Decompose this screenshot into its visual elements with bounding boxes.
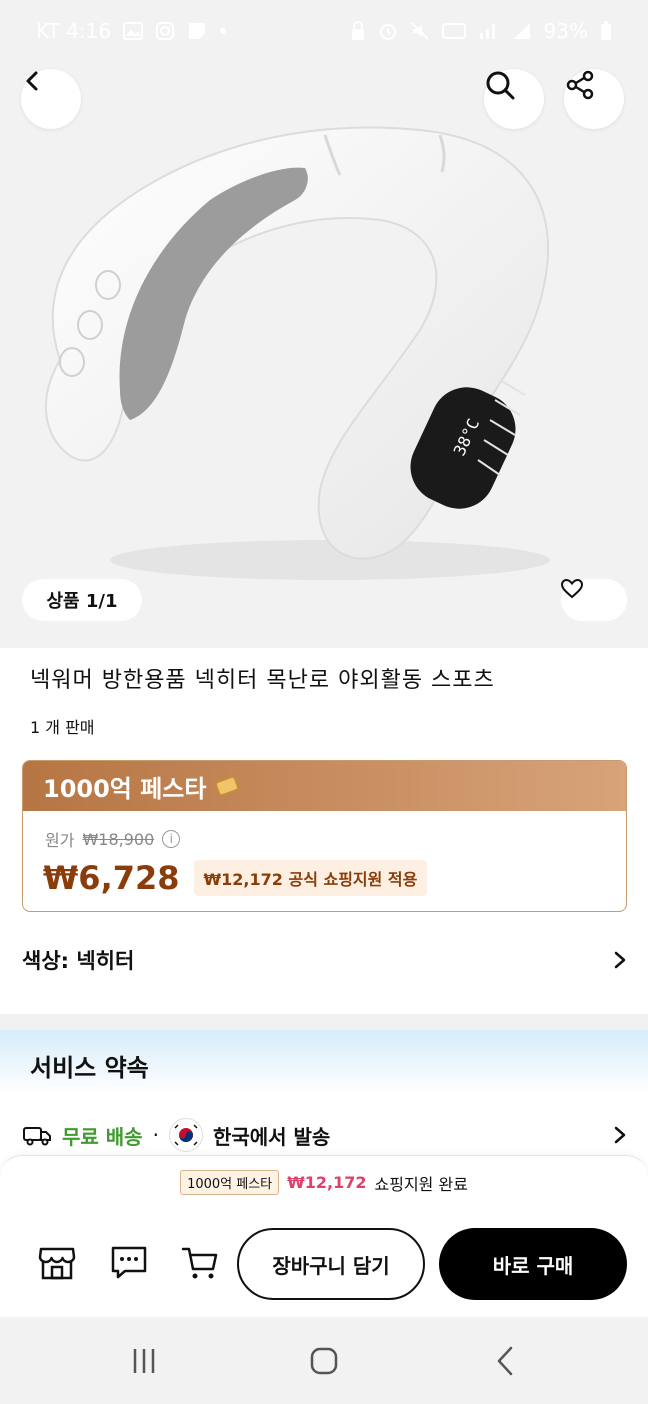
- back-arrow-icon: [26, 71, 38, 91]
- support-amount: ₩12,172: [287, 1173, 367, 1192]
- color-option-row[interactable]: 색상: 넥히터: [22, 940, 627, 980]
- buy-now-button[interactable]: 바로 구매: [439, 1228, 627, 1300]
- color-option-label: 색상: 넥히터: [22, 949, 135, 973]
- shopping-support-badge: ₩12,172 공식 쇼핑지원 적용: [193, 860, 428, 896]
- sale-price: ₩6,728: [43, 859, 180, 897]
- chevron-right-icon: [614, 951, 626, 969]
- share-button[interactable]: [564, 69, 624, 129]
- korea-flag-icon: [168, 1118, 203, 1152]
- coin-icon: [214, 774, 241, 798]
- wishlist-button[interactable]: [561, 579, 627, 621]
- separator-dot: ·: [152, 1123, 159, 1147]
- battery-icon: [601, 21, 611, 40]
- dot-notification-icon: [220, 28, 227, 34]
- share-icon: [566, 70, 594, 100]
- lock-icon: [351, 21, 364, 40]
- service-title: 서비스 약속: [30, 1054, 149, 1082]
- status-right: 93%: [350, 19, 612, 43]
- original-price: ₩18,900: [82, 829, 155, 849]
- truck-icon: [23, 1127, 51, 1146]
- mute-icon: [410, 22, 429, 40]
- support-complete-text: 쇼핑지원 완료: [374, 1174, 468, 1194]
- system-back-icon: [497, 1346, 513, 1376]
- sold-count: 1 개 판매: [30, 718, 95, 737]
- chat-icon: [111, 1246, 147, 1279]
- search-button[interactable]: [484, 69, 544, 129]
- image-counter: 상품 1/1: [22, 579, 142, 621]
- home-button[interactable]: [294, 1341, 354, 1381]
- signal-bars-icon: [513, 23, 530, 39]
- system-nav-bar: [0, 1317, 648, 1404]
- alarm-icon: [379, 24, 396, 40]
- note-notification-icon: [189, 23, 206, 39]
- shopping-support-notice: 1000억 페스타 ₩12,172 쇼핑지원 완료: [0, 1170, 648, 1195]
- instagram-notification-icon: [156, 22, 175, 40]
- festa-tag: 1000억 페스타: [180, 1170, 280, 1195]
- festa-label: 1000억 페스타: [43, 774, 207, 803]
- home-icon: [310, 1347, 338, 1375]
- price-row: ₩6,728 ₩12,172 공식 쇼핑지원 적용: [43, 859, 428, 897]
- heart-icon: [561, 579, 583, 599]
- carrier-time: KT 4:16: [36, 19, 112, 43]
- original-price-label: 원가: [45, 831, 75, 850]
- gallery-notification-icon: [123, 22, 144, 40]
- back-button[interactable]: [21, 69, 81, 129]
- cart-button[interactable]: [176, 1239, 224, 1287]
- original-price-row: 원가 ₩18,900 i: [45, 827, 181, 851]
- cart-icon: [181, 1247, 218, 1279]
- product-title: 넥워머 방한용품 넥히터 목난로 야외활동 스포츠: [30, 668, 495, 693]
- status-bar: KT 4:16 93%: [0, 0, 648, 62]
- delivery-row[interactable]: 무료 배송 · 한국에서 발송: [22, 1118, 627, 1152]
- product-image: 38°C: [44, 126, 550, 580]
- recent-apps-button[interactable]: [114, 1341, 174, 1381]
- store-button[interactable]: [33, 1239, 81, 1287]
- store-icon: [38, 1247, 76, 1280]
- chat-button[interactable]: [105, 1239, 153, 1287]
- chevron-right-icon: [614, 1126, 626, 1144]
- free-shipping-label: 무료 배송: [62, 1124, 143, 1149]
- recent-apps-icon: [133, 1349, 155, 1373]
- battery-level: 93%: [543, 19, 588, 43]
- add-to-cart-button[interactable]: 장바구니 담기: [237, 1228, 425, 1300]
- system-back-button[interactable]: [476, 1341, 536, 1381]
- hd-icon: [441, 23, 466, 39]
- info-icon[interactable]: i: [162, 830, 181, 848]
- product-image-gallery[interactable]: 38°C 상품 1/1: [0, 0, 648, 648]
- festa-header: 1000억 페스타: [23, 761, 626, 811]
- search-icon: [486, 71, 515, 100]
- signal-5g-icon: [479, 24, 495, 39]
- festa-price-box: 1000억 페스타 원가 ₩18,900 i ₩6,728 ₩12,172 공식…: [22, 760, 627, 912]
- section-divider: [0, 1014, 648, 1030]
- ship-origin-label: 한국에서 발송: [212, 1124, 331, 1149]
- status-left: KT 4:16: [36, 19, 227, 43]
